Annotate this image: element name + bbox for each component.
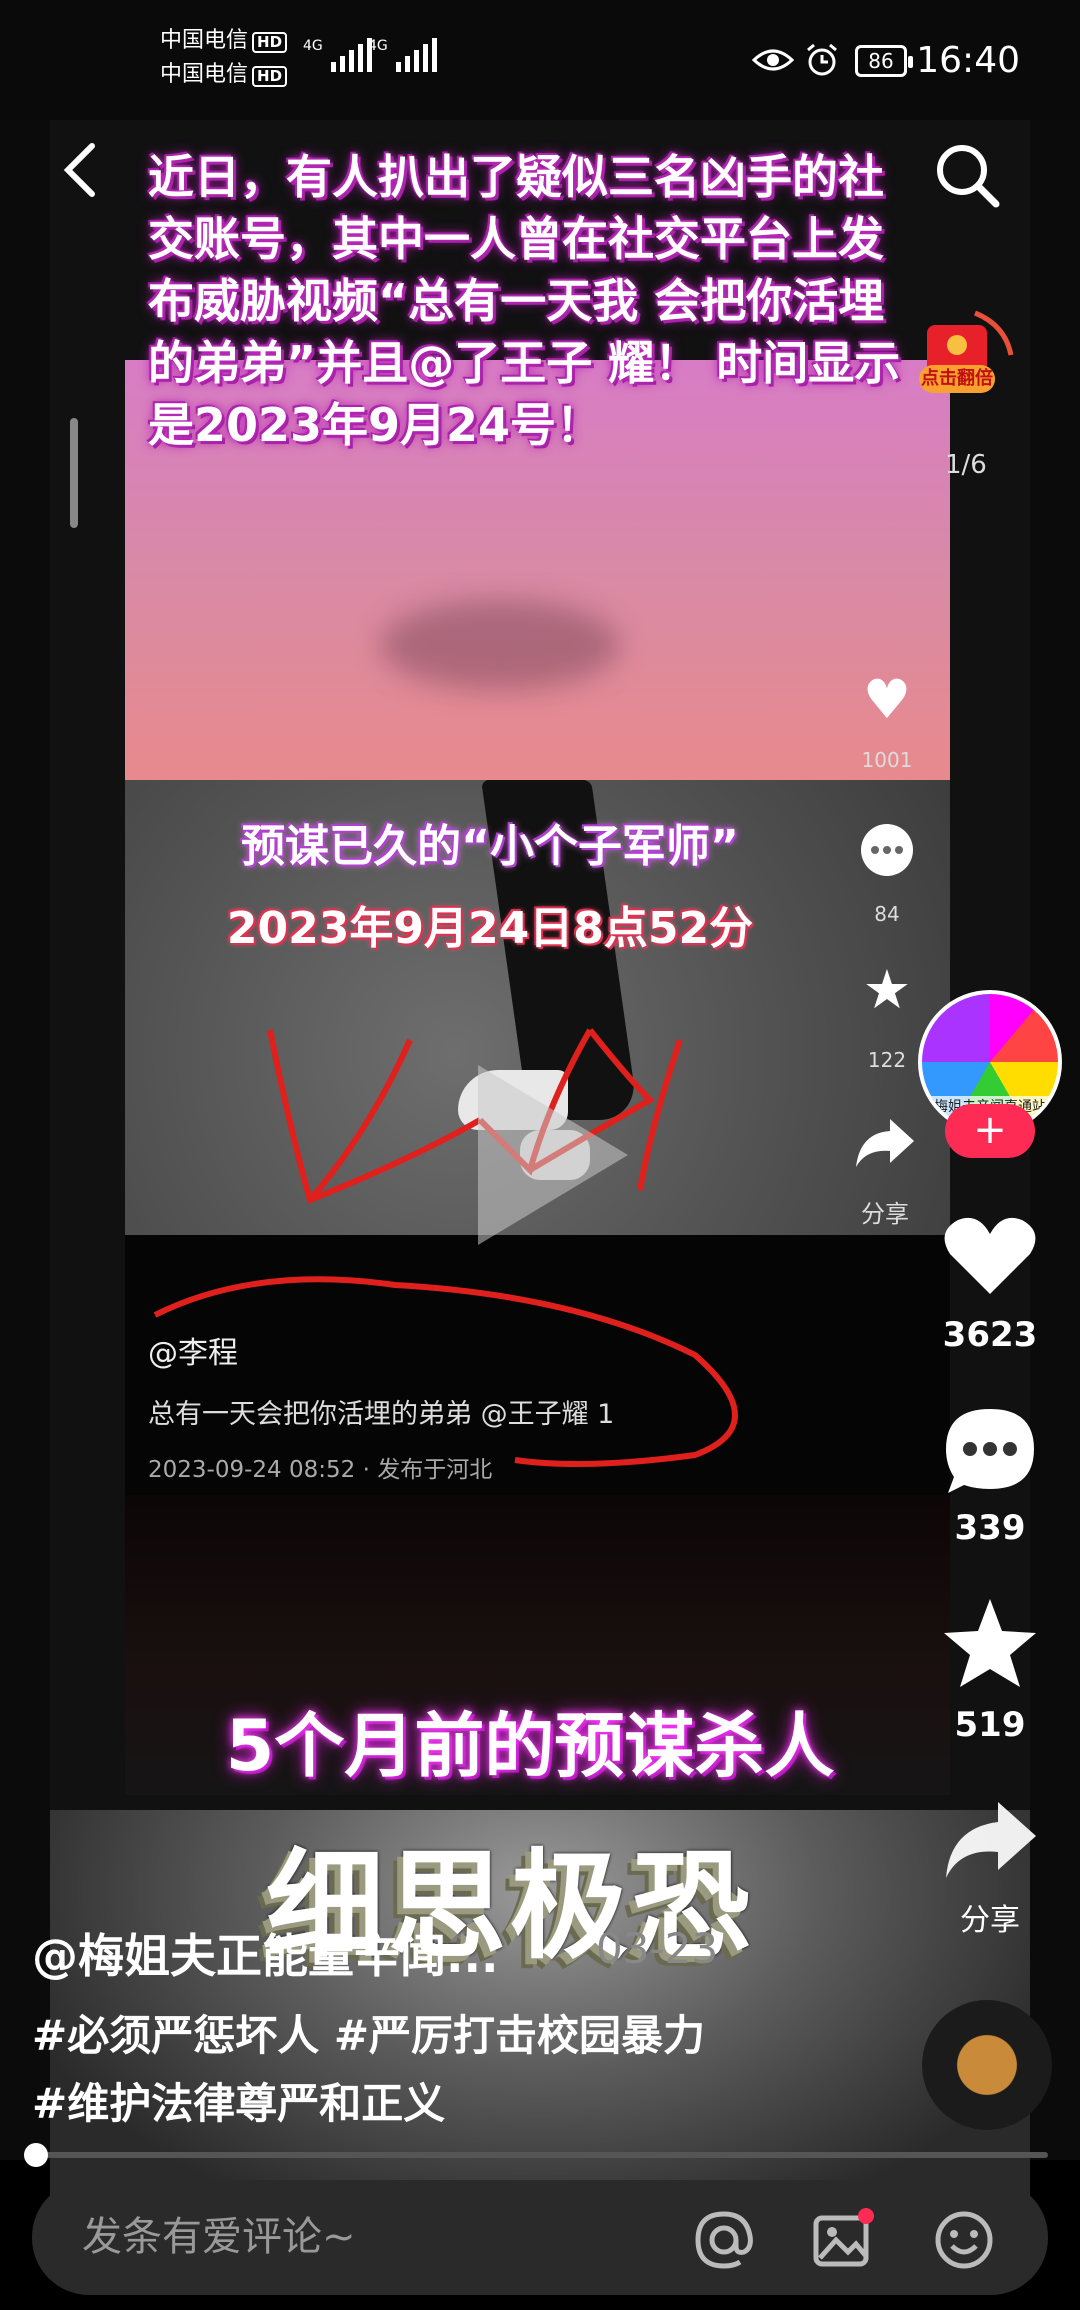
back-button[interactable] <box>58 140 102 200</box>
share-button[interactable] <box>940 1798 1040 1882</box>
inner-comment-count: 84 <box>874 902 900 926</box>
inner-comment-icon <box>861 824 913 876</box>
carrier-1: 中国电信 HD <box>160 28 288 54</box>
inner-share-label: 分享 <box>861 1200 909 1228</box>
inner-share-icon <box>856 1119 914 1167</box>
inner-star-icon: ★ <box>862 958 912 1021</box>
status-bar: 中国电信 HD 中国电信 HD 4G 4G 86 16:40 <box>0 0 1080 120</box>
post-text: 总有一天会把你活埋的弟弟 @王子耀 1 <box>148 1399 615 1430</box>
play-icon[interactable] <box>478 1065 628 1245</box>
eye-icon <box>752 49 794 71</box>
page-indicator: 1/6 <box>945 450 987 480</box>
scroll-indicator <box>70 418 78 528</box>
progress-bar[interactable] <box>24 2143 1048 2167</box>
music-disc[interactable] <box>922 2000 1052 2130</box>
post-meta: 2023-09-24 08:52 · 发布于河北 <box>148 1457 493 1483</box>
hashtag-line-1[interactable]: #必须严惩坏人 #严厉打击校园暴力 <box>32 2002 852 2070</box>
follow-button[interactable]: + <box>945 1104 1035 1158</box>
video-overlay-text: 近日，有人扒出了疑似三名凶手的社交账号，其中一人曾在社交平台上发布威胁视频“总有… <box>148 150 901 452</box>
author-name[interactable]: @梅姐夫正能量辛闻... <box>32 1920 498 1986</box>
comment-count: 339 <box>954 1508 1026 1548</box>
post-username: @李程 <box>148 1336 238 1371</box>
red-packet-label: 点击翻倍 <box>921 368 993 389</box>
red-packet-icon <box>919 310 1014 393</box>
image-icon[interactable] <box>810 2208 874 2272</box>
video-headline: 5个月前的预谋杀人 <box>225 1705 835 1787</box>
search-button[interactable] <box>932 140 1002 210</box>
like-count: 3623 <box>942 1315 1038 1355</box>
carrier-2: 中国电信 HD <box>160 62 288 88</box>
mention-icon[interactable] <box>692 2208 756 2272</box>
favorite-count: 519 <box>954 1705 1026 1745</box>
alarm-icon <box>807 43 837 76</box>
signal-icon-2: 4G <box>368 38 437 72</box>
annotation-time: 2023年9月24日8点52分 <box>226 903 754 954</box>
red-packet-button[interactable]: 点击翻倍 <box>905 305 1015 415</box>
inner-star-count: 122 <box>867 1048 907 1072</box>
share-label: 分享 <box>960 1903 1020 1938</box>
post-date: 03-23 <box>596 1924 719 1973</box>
progress-handle[interactable] <box>24 2143 48 2167</box>
hashtag-line-2[interactable]: #维护法律尊严和正义 <box>32 2070 852 2138</box>
favorite-button[interactable] <box>940 1595 1040 1691</box>
annotation-title: 预谋已久的“小个子军师” <box>241 821 739 872</box>
battery-indicator: 86 <box>855 45 913 77</box>
hashtags[interactable]: #必须严惩坏人 #严厉打击校园暴力 #维护法律尊严和正义 <box>32 2002 852 2138</box>
clock: 16:40 <box>916 40 1020 81</box>
inner-like-icon: ♥ <box>862 668 912 731</box>
comment-input[interactable] <box>82 2204 642 2270</box>
signal-icon: 4G <box>303 38 372 72</box>
comment-bar <box>32 2180 1048 2295</box>
like-button[interactable] <box>940 1210 1040 1300</box>
emoji-icon[interactable] <box>932 2208 996 2272</box>
comment-button[interactable] <box>940 1405 1040 1497</box>
blurred-face <box>380 600 620 690</box>
inner-like-count: 1001 <box>861 748 913 772</box>
